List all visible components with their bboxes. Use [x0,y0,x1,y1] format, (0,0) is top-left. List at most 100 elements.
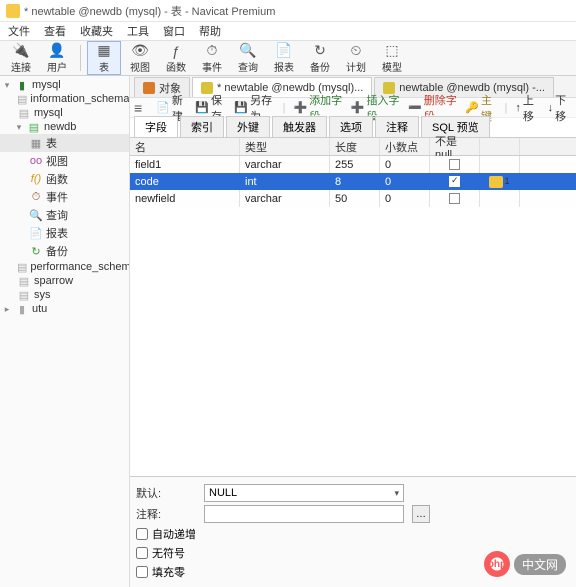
backup-icon: ↻ [311,43,329,59]
tree-db-sys[interactable]: ▤sys [0,288,129,302]
toolbar-query[interactable]: 🔍查询 [231,41,265,75]
tree-db-mysql[interactable]: ▤mysql [0,106,129,120]
row-zerofill: 填充零 [136,564,570,580]
menu-bar: 文件 查看 收藏夹 工具 窗口 帮助 [0,22,576,40]
field-row[interactable]: newfield varchar 50 0 [130,190,576,207]
subtab-options[interactable]: 选项 [329,116,373,137]
connection-tree[interactable]: ▾▮mysql ▤information_schema ▤mysql ▾▤new… [0,76,130,587]
toolbar-backup[interactable]: ↻备份 [303,41,337,75]
notnull-checkbox[interactable] [449,159,460,170]
model-icon: ⬚ [383,43,401,59]
menu-tools[interactable]: 工具 [127,23,149,39]
subtab-fields[interactable]: 字段 [134,116,178,137]
toolbar-function[interactable]: ƒ函数 [159,41,193,75]
functions-icon: f() [29,173,43,185]
subtab-foreignkeys[interactable]: 外键 [226,116,270,137]
database-icon: ▤ [17,275,31,287]
comment-more-button[interactable]: … [412,505,430,523]
primary-key-icon: 1 [489,176,509,188]
tree-db-newdb[interactable]: ▾▤newdb [0,120,129,134]
row-comment: 注释: … [136,505,570,523]
label-autoinc: 自动递增 [152,526,196,542]
chevron-down-icon: ▾ [394,488,399,499]
connection-icon: ▮ [15,303,29,315]
tree-node-reports[interactable]: 📄报表 [0,224,129,242]
report-icon: 📄 [275,43,293,59]
function-icon: ƒ [167,43,185,59]
title-bar: * newtable @newdb (mysql) - 表 - Navicat … [0,0,576,22]
toolbar-table[interactable]: ▦表 [87,41,121,75]
col-name[interactable]: 名 [130,138,240,155]
view-icon: 👁 [131,43,149,59]
database-icon: ▤ [27,121,41,133]
subtab-triggers[interactable]: 触发器 [272,116,327,137]
subtab-comment[interactable]: 注释 [375,116,419,137]
designer-actions: ≡ 📄 新建 💾 保存 💾 另存为 | ➕ 添加字段 ➕ 插入字段 ➖ 删除字段… [130,98,576,118]
notnull-checkbox[interactable] [449,176,460,187]
home-icon [143,82,155,94]
field-row-selected[interactable]: code int 8 0 1 [130,173,576,190]
col-type[interactable]: 类型 [240,138,330,155]
row-autoinc: 自动递增 [136,526,570,542]
tree-node-views[interactable]: oo视图 [0,152,129,170]
tree-conn-mysql[interactable]: ▾▮mysql [0,78,129,92]
menu-icon[interactable]: ≡ [134,100,142,116]
tree-node-events[interactable]: ⏱事件 [0,188,129,206]
tree-node-functions[interactable]: f()函数 [0,170,129,188]
col-notnull[interactable]: 不是 null [430,138,480,155]
tree-node-queries[interactable]: 🔍查询 [0,206,129,224]
tree-conn-utu[interactable]: ▸▮utu [0,302,129,316]
database-icon: ▤ [17,289,31,301]
subtab-indexes[interactable]: 索引 [180,116,224,137]
views-icon: oo [29,155,43,167]
query-icon: 🔍 [239,43,257,59]
toolbar-view[interactable]: 👁视图 [123,41,157,75]
tree-node-tables[interactable]: ▦表 [0,134,129,152]
label-default: 默认: [136,485,196,501]
user-icon: 👤 [48,43,66,59]
row-default: 默认: NULL▾ [136,484,570,502]
toolbar-schedule[interactable]: ⏲计划 [339,41,373,75]
event-icon: ⏱ [203,43,221,59]
toolbar-event[interactable]: ⏱事件 [195,41,229,75]
main-toolbar: 🔌连接 👤用户 ▦表 👁视图 ƒ函数 ⏱事件 🔍查询 📄报表 ↻备份 ⏲计划 ⬚… [0,40,576,76]
field-properties-panel: 默认: NULL▾ 注释: … 自动递增 无符号 填充零 [130,476,576,587]
menu-favorites[interactable]: 收藏夹 [80,23,113,39]
tree-db-perfschema[interactable]: ▤performance_schema [0,260,129,274]
connection-icon: ▮ [15,79,29,91]
designer-subtabs: 字段 索引 外键 触发器 选项 注释 SQL 预览 [130,118,576,138]
field-row[interactable]: field1 varchar 255 0 [130,156,576,173]
plug-icon: 🔌 [12,43,30,59]
comment-input[interactable] [204,505,404,523]
toolbar-user[interactable]: 👤用户 [40,41,74,75]
tree-db-sparrow[interactable]: ▤sparrow [0,274,129,288]
autoinc-checkbox[interactable] [136,528,148,540]
tree-node-backups[interactable]: ↻备份 [0,242,129,260]
content-area: 对象 * newtable @newdb (mysql)... newtable… [130,76,576,587]
database-icon: ▤ [17,93,27,105]
menu-window[interactable]: 窗口 [163,23,185,39]
fields-grid-body[interactable]: field1 varchar 255 0 code int 8 0 1 newf… [130,156,576,476]
database-icon: ▤ [17,107,31,119]
toolbar-model[interactable]: ⬚模型 [375,41,409,75]
label-comment: 注释: [136,506,196,522]
tree-db-infoschema[interactable]: ▤information_schema [0,92,129,106]
unsigned-checkbox[interactable] [136,547,148,559]
menu-file[interactable]: 文件 [8,23,30,39]
menu-view[interactable]: 查看 [44,23,66,39]
fields-grid-header: 名 类型 长度 小数点 不是 null [130,138,576,156]
menu-help[interactable]: 帮助 [199,23,221,39]
zerofill-checkbox[interactable] [136,566,148,578]
backups-icon: ↻ [29,245,43,257]
queries-icon: 🔍 [29,209,43,221]
toolbar-connect[interactable]: 🔌连接 [4,41,38,75]
notnull-checkbox[interactable] [449,193,460,204]
toolbar-report[interactable]: 📄报表 [267,41,301,75]
col-length[interactable]: 长度 [330,138,380,155]
label-unsigned: 无符号 [152,545,185,561]
app-icon [6,4,20,18]
default-combobox[interactable]: NULL▾ [204,484,404,502]
col-key[interactable] [480,138,520,155]
reports-icon: 📄 [29,227,43,239]
col-decimals[interactable]: 小数点 [380,138,430,155]
